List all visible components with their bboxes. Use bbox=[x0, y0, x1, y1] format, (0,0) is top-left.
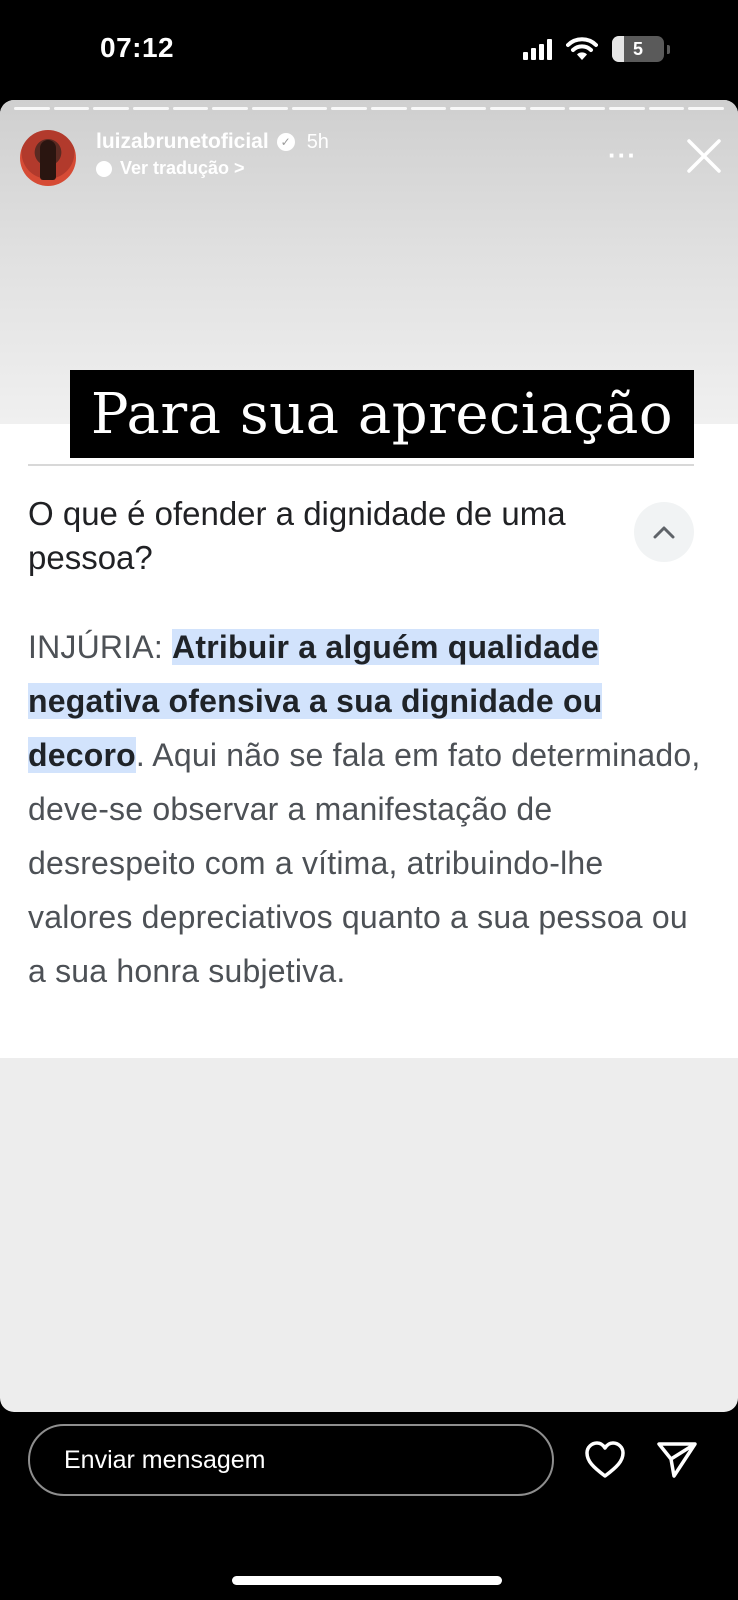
battery-tip bbox=[667, 44, 670, 54]
story-progress-bar bbox=[14, 107, 725, 110]
message-input[interactable]: Enviar mensagem bbox=[28, 1424, 554, 1496]
status-time: 07:12 bbox=[100, 32, 175, 63]
avatar[interactable] bbox=[20, 130, 76, 186]
chevron-up-icon bbox=[653, 526, 675, 539]
progress-segment bbox=[490, 107, 526, 110]
divider bbox=[28, 464, 694, 466]
banner-title: Para sua apreciação bbox=[70, 370, 694, 458]
collapse-button[interactable] bbox=[634, 502, 694, 562]
heart-icon[interactable] bbox=[584, 1440, 626, 1480]
progress-segment bbox=[529, 107, 566, 110]
more-icon[interactable]: ··· bbox=[608, 140, 637, 171]
progress-segment bbox=[331, 107, 368, 110]
signal-icon bbox=[523, 38, 552, 60]
translate-label: Ver tradução > bbox=[120, 158, 245, 178]
username[interactable]: luizabrunetoficial bbox=[96, 130, 269, 154]
wifi-icon bbox=[566, 37, 598, 60]
story-time: 5h bbox=[306, 130, 329, 153]
progress-segment bbox=[93, 107, 130, 110]
translate-link[interactable]: Ver tradução > bbox=[96, 158, 245, 179]
progress-segment bbox=[212, 107, 249, 110]
progress-segment bbox=[291, 107, 328, 110]
story-header: luizabrunetoficial ✓ 5h bbox=[96, 130, 329, 154]
article-panel: O que é ofender a dignidade de uma pesso… bbox=[0, 424, 738, 1058]
progress-segment bbox=[688, 107, 725, 110]
home-indicator bbox=[232, 1576, 502, 1585]
answer-prefix: INJÚRIA: bbox=[28, 629, 173, 665]
story-card[interactable]: luizabrunetoficial ✓ 5h Ver tradução > ·… bbox=[0, 100, 738, 1412]
progress-segment bbox=[14, 107, 50, 110]
progress-segment bbox=[133, 107, 169, 110]
status-icons: 5 bbox=[523, 36, 670, 62]
progress-segment bbox=[609, 107, 645, 110]
progress-segment bbox=[371, 107, 407, 110]
answer-rest: . Aqui não se fala em fato determinado, … bbox=[28, 737, 701, 989]
question-heading[interactable]: O que é ofender a dignidade de uma pesso… bbox=[28, 492, 608, 580]
progress-segment bbox=[450, 107, 487, 110]
answer-text: INJÚRIA: Atribuir a alguém qualidade neg… bbox=[28, 620, 708, 998]
instagram-story-screen: 07:12 5 luizabrunetoficial ✓ 5h Ver trad… bbox=[0, 0, 738, 1600]
send-icon[interactable] bbox=[656, 1440, 698, 1480]
battery-icon: 5 bbox=[612, 36, 664, 62]
progress-segment bbox=[648, 107, 685, 110]
battery-level: 5 bbox=[632, 38, 643, 59]
progress-segment bbox=[410, 107, 447, 110]
progress-segment bbox=[172, 107, 209, 110]
progress-segment bbox=[252, 107, 288, 110]
translate-icon bbox=[96, 160, 112, 177]
progress-segment bbox=[569, 107, 606, 110]
progress-segment bbox=[53, 107, 90, 110]
close-icon[interactable] bbox=[686, 138, 722, 174]
verified-icon: ✓ bbox=[276, 133, 295, 151]
